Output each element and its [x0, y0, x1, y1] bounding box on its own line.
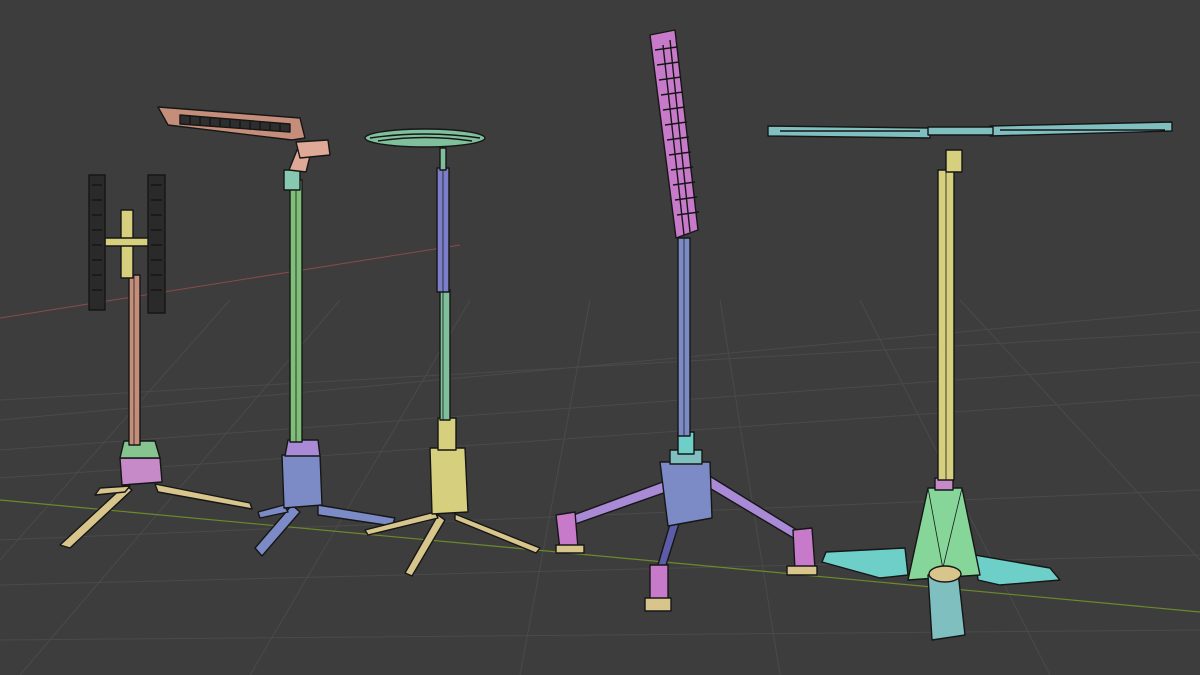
- lamp-tall-cylinder[interactable]: [555, 29, 818, 612]
- y-axis-line: [0, 499, 1200, 613]
- lamp-round-dish[interactable]: [364, 128, 541, 577]
- x-axis-line: [0, 244, 461, 319]
- lamp-t-bar-wide[interactable]: [767, 121, 1173, 641]
- 3d-viewport[interactable]: [0, 0, 1200, 675]
- viewport-scene[interactable]: [0, 0, 1200, 675]
- floor-grid: [0, 299, 1200, 675]
- lamp-twin-bar[interactable]: [59, 174, 253, 549]
